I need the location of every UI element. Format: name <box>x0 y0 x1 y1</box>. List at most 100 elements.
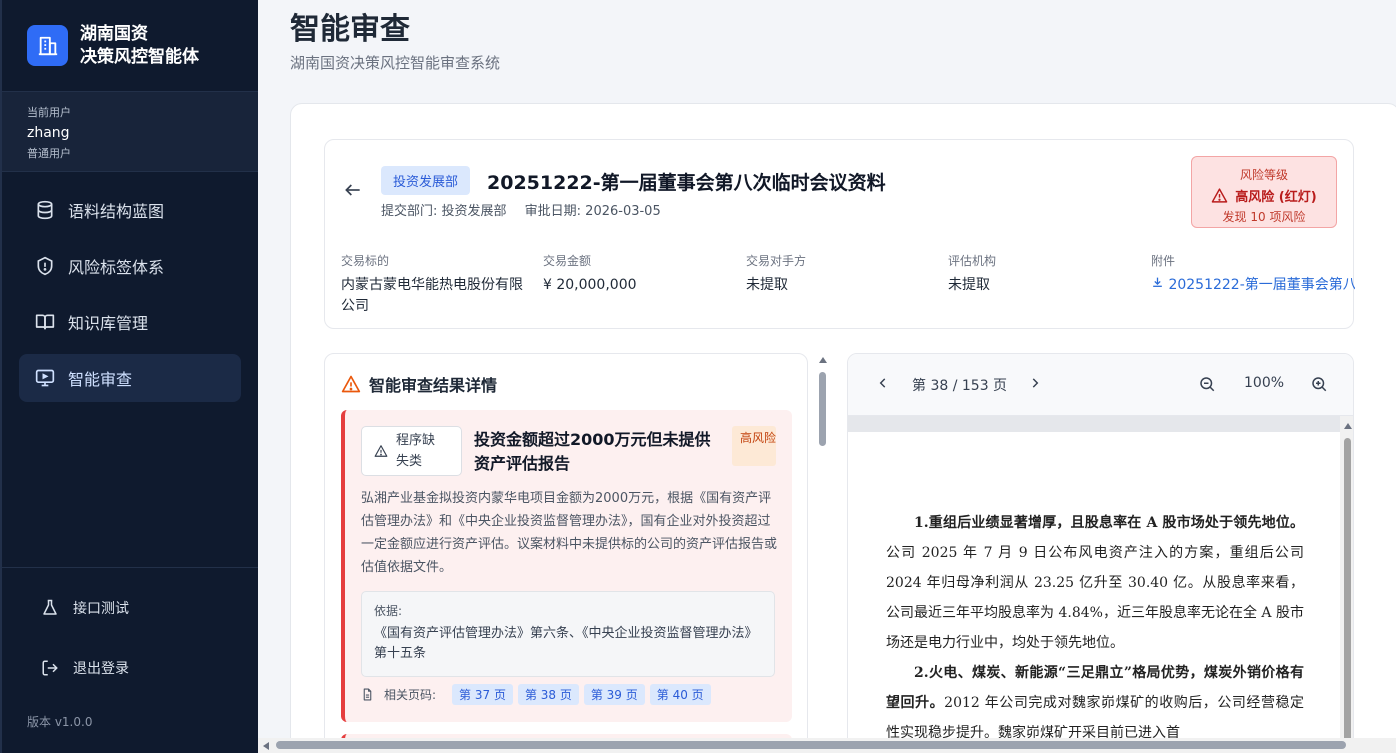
next-page-button[interactable] <box>1028 376 1042 394</box>
risk-count: 发现 10 项风险 <box>1222 210 1306 224</box>
pdf-viewer: 第 38 / 153 页 100% 1.重组后业绩显著增厚，且股息率在 A 股市… <box>847 353 1354 753</box>
sidebar-item-review[interactable]: 智能审查 <box>19 354 241 402</box>
back-button[interactable] <box>343 180 363 204</box>
related-pages: 相关页码: 第 37 页 第 38 页 第 39 页 第 40 页 <box>361 684 716 705</box>
file-icon <box>363 688 372 701</box>
issue-category-tag: 程序缺失类 <box>361 426 462 476</box>
approve-date: 审批日期: 2026-03-05 <box>524 204 661 219</box>
chevron-left-icon <box>879 378 886 388</box>
arrow-left-icon <box>345 184 360 196</box>
logout-label: 退出登录 <box>73 661 129 677</box>
zoom-level: 100% <box>1244 375 1285 391</box>
zoom-out-button[interactable] <box>1198 375 1216 397</box>
flask-icon <box>43 599 57 615</box>
scrollbar-thumb[interactable] <box>276 741 1346 749</box>
field-appraiser: 评估机构 未提取 <box>948 252 1138 296</box>
field-target: 交易标的 内蒙古蒙电华能热电股份有限公司 <box>341 252 531 317</box>
sidebar-item-label: 知识库管理 <box>68 314 149 333</box>
prev-page-button[interactable] <box>876 376 890 394</box>
sidebar-nav: 语料结构蓝图 风险标签体系 知识库管理 智能审查 <box>2 172 258 402</box>
scrollbar-thumb[interactable] <box>1344 438 1351 753</box>
api-test-button[interactable]: 接口测试 <box>19 584 241 632</box>
basis-text: 《国有资产评估管理办法》第六条、《中央企业投资监督管理办法》第十五条 <box>374 626 758 661</box>
issue-category: 程序缺失类 <box>396 433 436 469</box>
field-amount: 交易金额 ¥ 20,000,000 <box>543 252 733 296</box>
sidebar-item-corpus[interactable]: 语料结构蓝图 <box>19 186 241 234</box>
zoom-out-icon <box>1200 377 1215 392</box>
user-name: zhang <box>27 125 70 141</box>
sidebar-item-label: 智能审查 <box>68 370 133 389</box>
sidebar-item-knowledge[interactable]: 知识库管理 <box>19 298 241 346</box>
basis-label: 依据: <box>374 604 403 618</box>
shield-icon <box>37 256 53 276</box>
book-icon <box>35 314 55 330</box>
sidebar-item-risk-tags[interactable]: 风险标签体系 <box>19 242 241 290</box>
pdf-text: 1.重组后业绩显著增厚，且股息率在 A 股市场处于领先地位。公司 2025 年 … <box>886 508 1304 748</box>
user-label: 当前用户 <box>27 106 71 119</box>
scroll-left-icon <box>263 742 269 750</box>
attachment-name: 20251222-第一届董事会第八次临时会议资料 <box>1168 277 1355 293</box>
scroll-up-icon <box>819 357 827 363</box>
field-key: 交易金额 <box>543 254 592 268</box>
api-test-label: 接口测试 <box>73 601 129 617</box>
page-indicator: 第 38 / 153 页 <box>912 378 1008 394</box>
risk-label: 风险等级 <box>1239 168 1288 182</box>
issue-basis: 依据: 《国有资产评估管理办法》第六条、《中央企业投资监督管理办法》第十五条 <box>361 591 775 677</box>
pdf-scrollbar[interactable] <box>1340 416 1353 753</box>
user-info: 当前用户 zhang 普通用户 <box>2 92 258 172</box>
pdf-paragraph: 1.重组后业绩显著增厚，且股息率在 A 股市场处于领先地位。公司 2025 年 … <box>886 508 1304 658</box>
main-content: 智能审查 湖南国资决策风控智能审查系统 投资发展部 20251222-第一届董事… <box>258 0 1396 753</box>
page-link[interactable]: 第 37 页 <box>452 684 513 705</box>
viewer-toolbar: 第 38 / 153 页 100% <box>848 354 1353 416</box>
results-scrollbar[interactable] <box>817 356 827 753</box>
issue-title: 投资金额超过2000万元但未提供资产评估报告 <box>474 430 711 473</box>
pdf-area: 1.重组后业绩显著增厚，且股息率在 A 股市场处于领先地位。公司 2025 年 … <box>848 416 1353 753</box>
field-counterparty: 交易对手方 未提取 <box>746 252 936 296</box>
app-title-line2: 决策风控智能体 <box>80 46 199 67</box>
field-key: 附件 <box>1151 254 1176 268</box>
submit-dept: 提交部门: 投资发展部 <box>381 204 507 219</box>
logout-button[interactable]: 退出登录 <box>19 644 241 692</box>
document-fields: 交易标的 内蒙古蒙电华能热电股份有限公司 交易金额 ¥ 20,000,000 交… <box>341 252 1355 314</box>
pdf-page: 1.重组后业绩显著增厚，且股息率在 A 股市场处于领先地位。公司 2025 年 … <box>848 432 1340 753</box>
attachment-link[interactable]: 20251222-第一届董事会第八次临时会议资料 <box>1151 275 1355 296</box>
warning-icon <box>341 375 361 393</box>
horizontal-scrollbar[interactable] <box>258 738 1396 753</box>
page-link[interactable]: 第 38 页 <box>517 684 579 705</box>
page-title: 智能审查 <box>290 12 410 47</box>
field-value: 未提取 <box>746 277 788 293</box>
field-value: 未提取 <box>948 277 990 293</box>
risk-level-box: 风险等级 高风险 (红灯) 发现 10 项风险 <box>1191 156 1337 228</box>
pdf-bold-text: 1.重组后业绩显著增厚，且股息率在 A 股市场处于领先地位。 <box>914 515 1304 531</box>
results-title: 智能审查结果详情 <box>369 376 498 395</box>
logout-icon <box>42 660 58 676</box>
sidebar: 湖南国资 决策风控智能体 当前用户 zhang 普通用户 语料结构蓝图 风险标签… <box>0 0 258 753</box>
field-value: ¥ 20,000,000 <box>543 277 637 293</box>
app-title-line1: 湖南国资 <box>80 23 148 44</box>
pdf-body-text: 2012 年公司完成对魏家峁煤矿的收购后，公司经营稳定性实现稳步提升。魏家峁煤矿… <box>886 695 1305 741</box>
document-meta: 提交部门: 投资发展部 审批日期: 2026-03-05 <box>381 200 675 219</box>
scrollbar-thumb[interactable] <box>819 372 826 446</box>
document-info: 投资发展部 20251222-第一届董事会第八次临时会议资料 提交部门: 投资发… <box>324 139 1355 329</box>
issue-level-badge: 高风险 <box>732 426 776 466</box>
zoom-in-button[interactable] <box>1310 375 1328 397</box>
pages-label: 相关页码: <box>384 688 437 702</box>
document-title: 20251222-第一届董事会第八次临时会议资料 <box>487 172 886 194</box>
page-link[interactable]: 第 39 页 <box>583 684 645 705</box>
building-icon <box>27 25 68 66</box>
field-key: 评估机构 <box>948 254 997 268</box>
results-panel: 智能审查结果详情 程序缺失类 投资金额超过2000万元但未提供资产评估报告 高风… <box>324 353 808 753</box>
sidebar-item-label: 风险标签体系 <box>68 258 165 277</box>
warning-icon <box>1211 188 1228 203</box>
field-key: 交易标的 <box>341 254 390 268</box>
database-icon <box>37 200 53 220</box>
version-label: 版本 v1.0.0 <box>27 715 93 729</box>
field-attachment: 附件 20251222-第一届董事会第八次临时会议资料 <box>1151 252 1355 296</box>
page-link[interactable]: 第 40 页 <box>649 684 711 705</box>
field-key: 交易对手方 <box>746 254 807 268</box>
dept-badge: 投资发展部 <box>381 166 471 195</box>
issue-description: 弘湘产业基金拟投资内蒙华电项目金额为2000万元，根据《国有资产评估管理办法》和… <box>361 491 778 575</box>
zoom-in-icon <box>1312 377 1327 392</box>
issue-card[interactable]: 程序缺失类 投资金额超过2000万元但未提供资产评估报告 高风险 弘湘产业基金拟… <box>341 410 792 722</box>
page-subtitle: 湖南国资决策风控智能审查系统 <box>290 54 501 72</box>
